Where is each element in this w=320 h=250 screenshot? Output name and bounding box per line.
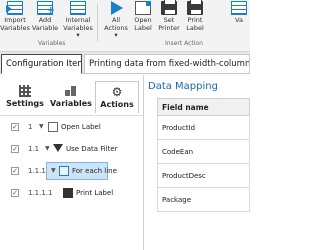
tab-variables[interactable]: Variables (49, 81, 93, 113)
action-tree: ✓ 1 ▼ Open Label ✓ 1.1 ▼ Use Data Filter… (0, 115, 144, 204)
tab-configuration-items[interactable]: Configuration Items (1, 54, 82, 74)
tab-variables-label: Variables (50, 99, 92, 108)
tab-settings[interactable]: Settings (3, 81, 47, 113)
tree-item-label: For each line (72, 167, 117, 175)
printer-icon (161, 0, 177, 15)
ribbon-separator (97, 4, 98, 42)
grid-icon (19, 85, 31, 97)
actions-panel: Settings Variables ⚙ Actions ✓ 1 ▼ Open … (0, 75, 144, 250)
print-label-label: Print Label (186, 16, 204, 32)
tab-document[interactable]: Printing data from fixed-width-columns f… (84, 54, 250, 74)
filter-icon (53, 144, 63, 152)
internal-variables-button[interactable]: Internal Variables ▾ (61, 0, 95, 40)
table-row[interactable]: CodeEan (157, 140, 250, 164)
play-icon (108, 1, 124, 15)
open-label-button[interactable]: Open Label (132, 0, 154, 40)
internal-variables-label: Internal Variables ▾ (63, 16, 93, 39)
printer-icon (63, 188, 73, 198)
all-actions-button[interactable]: All Actions ▾ (103, 0, 129, 40)
chevron-down-icon[interactable]: ▼ (39, 116, 44, 138)
label-icon (135, 1, 151, 15)
tree-item-open-label[interactable]: ✓ 1 ▼ Open Label (0, 116, 144, 138)
tree-item-label: Use Data Filter (66, 145, 118, 153)
variables-icon (65, 85, 77, 97)
group-label-variables: Variables (38, 40, 66, 47)
tab-actions-label: Actions (100, 100, 134, 109)
tab-document-title: Printing data from fixed-width-columns f… (89, 59, 250, 69)
all-actions-label: All Actions ▾ (104, 16, 128, 39)
document-tab-bar: Configuration Items Printing data from f… (0, 52, 250, 74)
printer-icon (187, 0, 203, 15)
tree-item-number: 1.1 (28, 145, 40, 153)
tree-item-number: 1 (28, 123, 33, 131)
add-variable-button[interactable]: + Add Variable (32, 0, 58, 40)
tree-item-label: Print Label (76, 189, 114, 197)
tab-settings-label: Settings (6, 99, 44, 108)
ribbon: Import Variables + Add Variable Internal… (0, 0, 250, 52)
loop-icon (59, 166, 69, 176)
table-row[interactable]: ProductId (157, 116, 250, 140)
table-icon (70, 1, 86, 15)
tree-item-use-data-filter[interactable]: ✓ 1.1 ▼ Use Data Filter (0, 138, 144, 160)
chevron-down-icon[interactable]: ▼ (51, 160, 56, 182)
set-printer-label: Set Printer (158, 16, 180, 32)
label-icon (48, 122, 58, 132)
table-add-icon: + (37, 1, 55, 16)
tab-actions[interactable]: ⚙ Actions (95, 81, 139, 113)
tree-item-for-each-line[interactable]: ✓ 1.1.1 ▼ For each line (0, 160, 144, 182)
tree-item-number: 1.1.1 (28, 167, 46, 175)
open-label-label: Open Label (134, 16, 152, 32)
gear-icon: ⚙ (111, 85, 123, 99)
data-mapping-panel: Data Mapping Field name ProductId CodeEa… (145, 75, 250, 250)
table-row[interactable]: Package (157, 188, 250, 212)
more-label: Va (235, 16, 243, 24)
tree-item-print-label[interactable]: ✓ 1.1.1.1 Print Label (0, 182, 144, 204)
more-button[interactable]: Va (228, 0, 250, 40)
checkbox[interactable]: ✓ (11, 123, 19, 131)
tree-item-number: 1.1.1.1 (28, 189, 53, 197)
import-variables-label: Import Variables (0, 16, 30, 32)
table-icon (231, 1, 247, 15)
checkbox[interactable]: ✓ (11, 189, 19, 197)
table-import-icon (6, 1, 23, 15)
data-mapping-table: Field name ProductId CodeEan ProductDesc… (157, 98, 250, 212)
tree-item-label: Open Label (61, 123, 101, 131)
add-variable-label: Add Variable (31, 16, 59, 32)
checkbox[interactable]: ✓ (11, 145, 19, 153)
column-header-field-name[interactable]: Field name (157, 98, 250, 116)
panel-tabs: Settings Variables ⚙ Actions (3, 81, 141, 113)
group-label-insert-action: Insert Action (165, 40, 203, 47)
checkbox[interactable]: ✓ (11, 167, 19, 175)
table-row[interactable]: ProductDesc (157, 164, 250, 188)
print-label-button[interactable]: Print Label (184, 0, 206, 40)
chevron-down-icon[interactable]: ▼ (45, 138, 50, 160)
panel-title: Data Mapping (148, 81, 218, 92)
set-printer-button[interactable]: Set Printer (158, 0, 180, 40)
import-variables-button[interactable]: Import Variables (0, 0, 30, 40)
